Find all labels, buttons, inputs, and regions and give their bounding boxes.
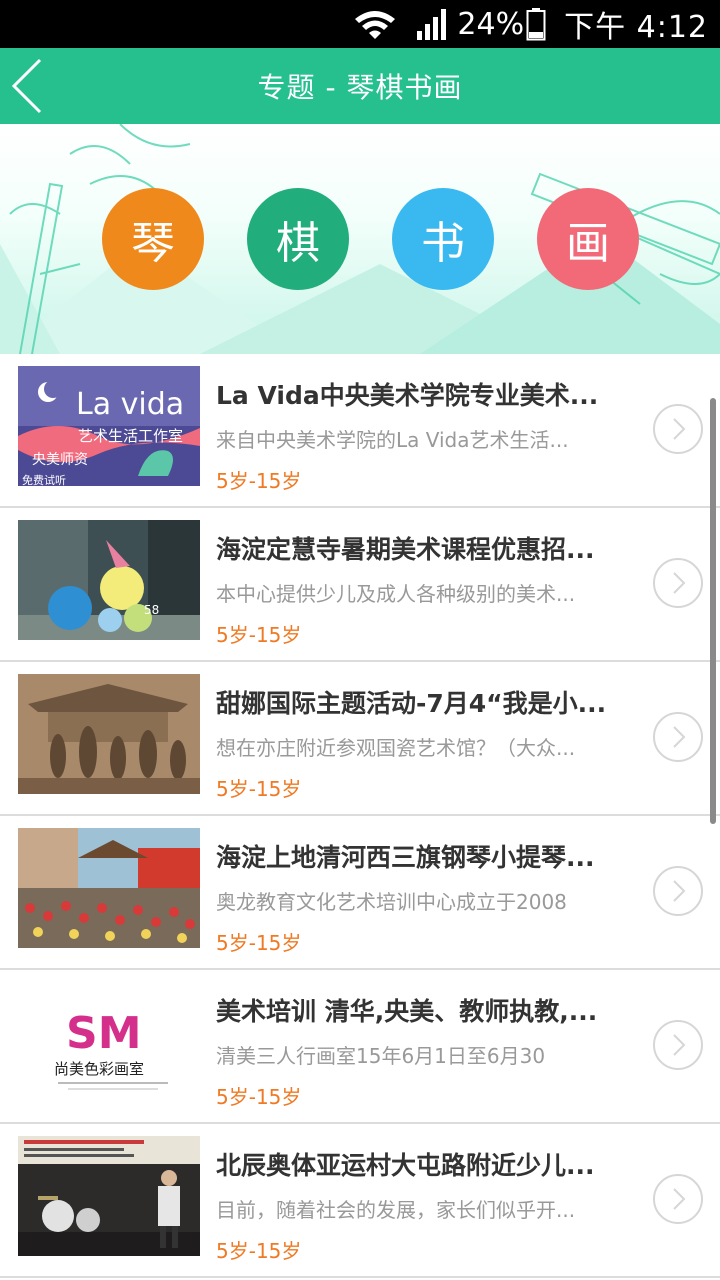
- course-age-range: 5岁-15岁: [216, 1085, 302, 1109]
- wifi-icon: [355, 11, 396, 39]
- category-label: 书: [421, 218, 465, 269]
- course-list-item[interactable]: SM 尚美色彩画室 美术培训 清华,央美、教师执教,... 清美三人行画室15年…: [0, 970, 720, 1124]
- course-description: 奥龙教育文化艺术培训中心成立于2008: [216, 890, 567, 914]
- chevron-right-icon[interactable]: [652, 711, 704, 763]
- course-thumbnail: [18, 1136, 200, 1256]
- course-age-range: 5岁-15岁: [216, 931, 302, 955]
- category-label: 画: [566, 218, 610, 269]
- course-list-item[interactable]: 58 海淀定慧寺暑期美术课程优惠招... 本中心提供少儿及成人各种级别的美术..…: [0, 508, 720, 662]
- course-thumbnail: La vida 艺术生活工作室 央美师资 免费试听: [18, 366, 200, 486]
- status-bar: 24% 下午 4:12: [0, 0, 720, 48]
- course-thumbnail: 58: [18, 520, 200, 640]
- topic-banner: 琴 棋 书 画: [0, 124, 720, 354]
- battery-percent: 24%: [457, 6, 525, 42]
- course-list-item[interactable]: 海淀上地清河西三旗钢琴小提琴... 奥龙教育文化艺术培训中心成立于2008 5岁…: [0, 816, 720, 970]
- header-bar: 专题 - 琴棋书画: [0, 48, 720, 124]
- back-arrow-icon[interactable]: [10, 56, 50, 116]
- course-age-range: 5岁-15岁: [216, 623, 302, 647]
- course-description: 本中心提供少儿及成人各种级别的美术...: [216, 582, 576, 606]
- logo-text: SM: [66, 1008, 141, 1059]
- chevron-right-icon[interactable]: [652, 557, 704, 609]
- thumb-text: La vida: [76, 387, 184, 422]
- scrollbar[interactable]: [710, 398, 716, 824]
- battery-icon: [526, 8, 546, 41]
- course-description: 清美三人行画室15年6月1日至6月30: [216, 1044, 546, 1068]
- course-title: 美术培训 清华,央美、教师执教,...: [216, 997, 598, 1026]
- chevron-right-icon[interactable]: [652, 865, 704, 917]
- category-label: 琴: [131, 218, 175, 269]
- thumb-text: 免费试听: [22, 473, 66, 486]
- course-list-item[interactable]: La vida 艺术生活工作室 央美师资 免费试听 La Vida中央美术学院专…: [0, 354, 720, 508]
- course-title: La Vida中央美术学院专业美术...: [216, 381, 599, 410]
- logo-text: 尚美色彩画室: [54, 1060, 144, 1078]
- course-title: 北辰奥体亚运村大屯路附近少儿...: [216, 1151, 595, 1180]
- course-description: 来自中央美术学院的La Vida艺术生活...: [216, 428, 569, 452]
- course-list: La vida 艺术生活工作室 央美师资 免费试听 La Vida中央美术学院专…: [0, 354, 720, 1278]
- course-title: 海淀定慧寺暑期美术课程优惠招...: [216, 535, 595, 564]
- category-shu-button[interactable]: 书: [392, 188, 494, 290]
- category-hua-button[interactable]: 画: [537, 188, 639, 290]
- category-row: 琴 棋 书 画: [102, 188, 639, 290]
- category-qi-button[interactable]: 棋: [247, 188, 349, 290]
- course-description: 想在亦庄附近参观国瓷艺术馆？（大众...: [216, 736, 576, 760]
- course-age-range: 5岁-15岁: [216, 777, 302, 801]
- course-age-range: 5岁-15岁: [216, 469, 302, 493]
- thumb-text: 艺术生活工作室: [78, 427, 183, 445]
- chevron-right-icon[interactable]: [652, 1019, 704, 1071]
- course-list-item[interactable]: 北辰奥体亚运村大屯路附近少儿... 目前，随着社会的发展，家长们似乎开... 5…: [0, 1124, 720, 1278]
- course-title: 海淀上地清河西三旗钢琴小提琴...: [216, 843, 595, 872]
- category-label: 棋: [276, 218, 320, 269]
- course-description: 目前，随着社会的发展，家长们似乎开...: [216, 1198, 576, 1222]
- thumb-text: 58: [144, 603, 159, 617]
- course-thumbnail: [18, 828, 200, 948]
- page-title: 专题 - 琴棋书画: [257, 71, 463, 104]
- course-list-item[interactable]: 甜娜国际主题活动-7月4“我是小... 想在亦庄附近参观国瓷艺术馆？（大众...…: [0, 662, 720, 816]
- course-thumbnail: [18, 674, 200, 794]
- course-title: 甜娜国际主题活动-7月4“我是小...: [216, 689, 607, 718]
- chevron-right-icon[interactable]: [652, 403, 704, 455]
- thumb-text: 央美师资: [32, 452, 88, 468]
- chevron-right-icon[interactable]: [652, 1173, 704, 1225]
- course-age-range: 5岁-15岁: [216, 1239, 302, 1263]
- clock: 下午 4:12: [564, 10, 708, 45]
- course-thumbnail: SM 尚美色彩画室: [18, 982, 200, 1102]
- category-qin-button[interactable]: 琴: [102, 188, 204, 290]
- signal-icon: [417, 9, 447, 40]
